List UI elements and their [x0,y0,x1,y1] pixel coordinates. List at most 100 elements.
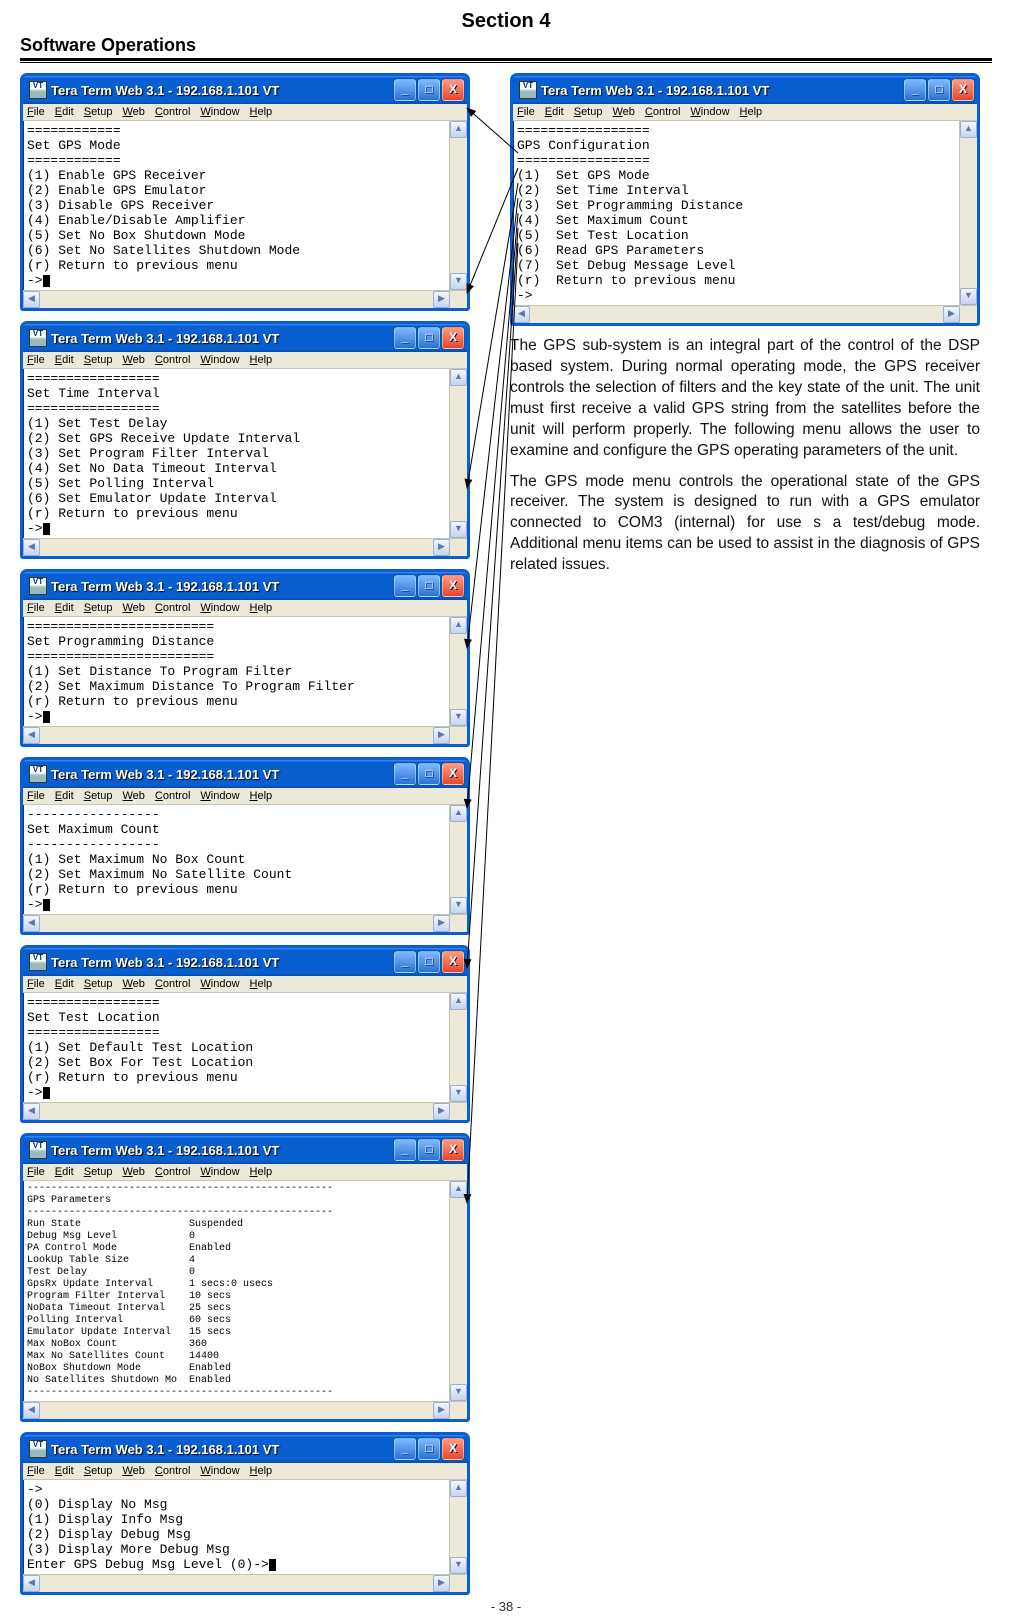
menu-file[interactable]: File [27,106,45,118]
scroll-up-icon[interactable]: ▲ [450,121,467,138]
terminal-content[interactable]: ============ Set GPS Mode ============ (… [23,121,449,290]
horizontal-scrollbar[interactable]: ◀▶ [23,538,467,556]
menu-control[interactable]: Control [645,106,680,118]
vertical-scrollbar[interactable]: ▲▼ [449,993,467,1102]
menu-file[interactable]: File [27,790,45,802]
close-button[interactable]: X [442,575,464,597]
scroll-right-icon[interactable]: ▶ [433,1575,450,1592]
titlebar[interactable]: VT Tera Term Web 3.1 - 192.168.1.101 VT … [23,76,467,104]
maximize-button[interactable]: □ [418,1139,440,1161]
vertical-scrollbar[interactable]: ▲▼ [449,121,467,290]
menu-web[interactable]: Web [122,602,144,614]
scroll-down-icon[interactable]: ▼ [960,288,977,305]
horizontal-scrollbar[interactable]: ◀▶ [23,1574,467,1592]
menu-edit[interactable]: Edit [545,106,564,118]
scroll-down-icon[interactable]: ▼ [450,1557,467,1574]
vertical-scrollbar[interactable]: ▲▼ [449,369,467,538]
scroll-right-icon[interactable]: ▶ [433,915,450,932]
menu-web[interactable]: Web [122,106,144,118]
maximize-button[interactable]: □ [418,763,440,785]
scroll-up-icon[interactable]: ▲ [450,1480,467,1497]
menu-web[interactable]: Web [122,978,144,990]
menu-web[interactable]: Web [122,1465,144,1477]
terminal-content[interactable]: -> (0) Display No Msg (1) Display Info M… [23,1480,449,1574]
scroll-right-icon[interactable]: ▶ [433,539,450,556]
horizontal-scrollbar[interactable]: ◀▶ [23,1401,467,1419]
titlebar[interactable]: VT Tera Term Web 3.1 - 192.168.1.101 VT … [23,948,467,976]
scroll-down-icon[interactable]: ▼ [450,709,467,726]
close-button[interactable]: X [442,763,464,785]
menu-help[interactable]: Help [250,1166,273,1178]
menu-edit[interactable]: Edit [55,354,74,366]
maximize-button[interactable]: □ [418,575,440,597]
menu-window[interactable]: Window [200,978,239,990]
vertical-scrollbar[interactable]: ▲▼ [449,805,467,914]
menu-help[interactable]: Help [250,602,273,614]
scroll-right-icon[interactable]: ▶ [433,727,450,744]
titlebar[interactable]: VT Tera Term Web 3.1 - 192.168.1.101 VT … [23,1136,467,1164]
scroll-left-icon[interactable]: ◀ [23,1575,40,1592]
scroll-up-icon[interactable]: ▲ [960,121,977,138]
maximize-button[interactable]: □ [418,951,440,973]
menu-control[interactable]: Control [155,106,190,118]
minimize-button[interactable]: _ [394,327,416,349]
menu-control[interactable]: Control [155,978,190,990]
scroll-up-icon[interactable]: ▲ [450,993,467,1010]
menu-window[interactable]: Window [200,106,239,118]
menu-setup[interactable]: Setup [84,354,113,366]
menu-file[interactable]: File [517,106,535,118]
menu-control[interactable]: Control [155,1166,190,1178]
minimize-button[interactable]: _ [394,79,416,101]
scroll-left-icon[interactable]: ◀ [513,306,530,323]
minimize-button[interactable]: _ [394,763,416,785]
menu-help[interactable]: Help [250,978,273,990]
titlebar[interactable]: VT Tera Term Web 3.1 - 192.168.1.101 VT … [23,572,467,600]
maximize-button[interactable]: □ [418,79,440,101]
vertical-scrollbar[interactable]: ▲▼ [449,1181,467,1401]
vertical-scrollbar[interactable]: ▲▼ [959,121,977,305]
menu-file[interactable]: File [27,978,45,990]
scroll-right-icon[interactable]: ▶ [943,306,960,323]
menu-window[interactable]: Window [200,790,239,802]
menu-edit[interactable]: Edit [55,1465,74,1477]
titlebar[interactable]: VT Tera Term Web 3.1 - 192.168.1.101 VT … [513,76,977,104]
menu-help[interactable]: Help [740,106,763,118]
horizontal-scrollbar[interactable]: ◀▶ [23,914,467,932]
menu-web[interactable]: Web [122,1166,144,1178]
titlebar[interactable]: VT Tera Term Web 3.1 - 192.168.1.101 VT … [23,324,467,352]
scroll-left-icon[interactable]: ◀ [23,539,40,556]
horizontal-scrollbar[interactable]: ◀▶ [23,726,467,744]
menu-help[interactable]: Help [250,106,273,118]
menu-setup[interactable]: Setup [84,602,113,614]
vertical-scrollbar[interactable]: ▲▼ [449,617,467,726]
horizontal-scrollbar[interactable]: ◀▶ [23,1102,467,1120]
scroll-left-icon[interactable]: ◀ [23,291,40,308]
menu-edit[interactable]: Edit [55,790,74,802]
horizontal-scrollbar[interactable]: ◀▶ [513,305,977,323]
scroll-down-icon[interactable]: ▼ [450,273,467,290]
maximize-button[interactable]: □ [418,1438,440,1460]
terminal-content[interactable]: ======================== Set Programming… [23,617,449,726]
terminal-content[interactable]: ================= GPS Configuration ====… [513,121,959,305]
menu-setup[interactable]: Setup [84,106,113,118]
menu-control[interactable]: Control [155,1465,190,1477]
menu-edit[interactable]: Edit [55,1166,74,1178]
menu-setup[interactable]: Setup [84,790,113,802]
minimize-button[interactable]: _ [394,575,416,597]
menu-help[interactable]: Help [250,354,273,366]
titlebar[interactable]: VT Tera Term Web 3.1 - 192.168.1.101 VT … [23,1435,467,1463]
menu-web[interactable]: Web [612,106,634,118]
menu-file[interactable]: File [27,602,45,614]
menu-help[interactable]: Help [250,790,273,802]
menu-window[interactable]: Window [200,1166,239,1178]
menu-help[interactable]: Help [250,1465,273,1477]
scroll-down-icon[interactable]: ▼ [450,1384,467,1401]
titlebar[interactable]: VT Tera Term Web 3.1 - 192.168.1.101 VT … [23,760,467,788]
menu-control[interactable]: Control [155,354,190,366]
scroll-up-icon[interactable]: ▲ [450,617,467,634]
minimize-button[interactable]: _ [394,951,416,973]
minimize-button[interactable]: _ [394,1139,416,1161]
terminal-content[interactable]: ================= Set Test Location ====… [23,993,449,1102]
scroll-up-icon[interactable]: ▲ [450,369,467,386]
menu-file[interactable]: File [27,354,45,366]
